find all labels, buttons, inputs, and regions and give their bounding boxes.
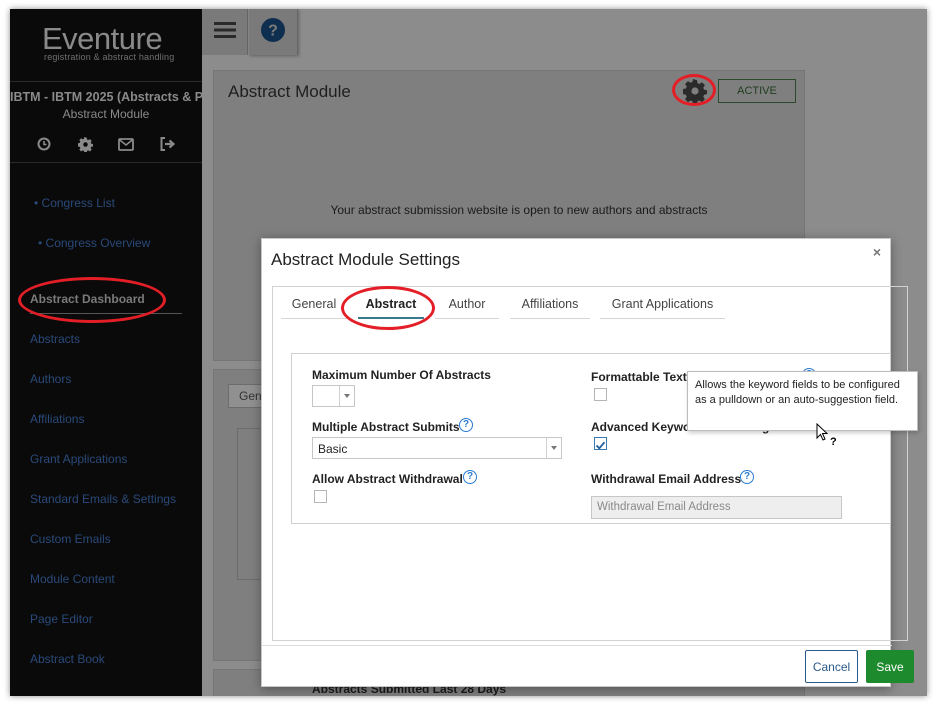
sidebar-item-affiliations[interactable]: Affiliations xyxy=(30,412,84,426)
help-icon[interactable]: ? xyxy=(459,418,473,432)
hamburger-icon xyxy=(213,21,236,44)
modal-title: Abstract Module Settings xyxy=(271,250,460,269)
advanced-keywords-checkbox[interactable] xyxy=(594,437,607,450)
logout-icon[interactable] xyxy=(159,136,175,152)
save-button[interactable]: Save xyxy=(866,650,914,683)
formattable-text-checkbox[interactable] xyxy=(594,388,607,401)
modal-footer-divider xyxy=(262,645,892,646)
allow-withdrawal-label: Allow Abstract Withdrawal xyxy=(312,472,463,486)
sidebar-item-standard-emails[interactable]: Standard Emails & Settings xyxy=(30,492,176,506)
chevron-down-icon xyxy=(339,386,354,406)
sidebar-item-grant-applications[interactable]: Grant Applications xyxy=(30,452,127,466)
advanced-keywords-label: Advanced Keywor xyxy=(591,420,696,434)
sidebar-item-abstracts[interactable]: Abstracts xyxy=(30,332,80,346)
clock-icon[interactable] xyxy=(36,136,52,152)
help-icon[interactable]: ? xyxy=(740,470,754,484)
cancel-button[interactable]: Cancel xyxy=(805,650,858,683)
help-tooltip: Allows the keyword fields to be configur… xyxy=(687,371,918,431)
chevron-down-icon xyxy=(546,438,561,458)
withdrawal-email-label: Withdrawal Email Address xyxy=(591,472,742,486)
svg-text:?: ? xyxy=(830,436,837,447)
logo-subtitle: registration & abstract handling xyxy=(44,52,175,62)
tab-general[interactable]: General xyxy=(281,293,347,319)
menu-toggle-button[interactable] xyxy=(202,9,248,55)
sidebar-divider xyxy=(10,81,202,82)
multiple-submits-label: Multiple Abstract Submits xyxy=(312,420,460,434)
sidebar-item-module-content[interactable]: Module Content xyxy=(30,572,115,586)
sidebar-divider xyxy=(10,162,202,163)
withdrawal-email-input[interactable]: Withdrawal Email Address xyxy=(591,496,842,519)
status-message: Your abstract submission website is open… xyxy=(330,203,708,217)
annotation-circle xyxy=(341,286,435,330)
sidebar-item-congress-list[interactable]: • Congress List xyxy=(34,196,115,210)
page-title: Abstract Module xyxy=(228,82,351,101)
sidebar-icon-row xyxy=(36,136,175,152)
sidebar-item-page-editor[interactable]: Page Editor xyxy=(30,612,93,626)
close-icon[interactable]: × xyxy=(873,244,881,260)
sidebar-item-abstract-book[interactable]: Abstract Book xyxy=(30,652,105,666)
annotation-circle xyxy=(18,277,166,323)
max-abstracts-select[interactable] xyxy=(312,385,355,407)
svg-text:?: ? xyxy=(268,22,278,39)
event-name: IBTM - IBTM 2025 (Abstracts & Par... xyxy=(10,90,202,104)
gear-icon[interactable] xyxy=(77,136,93,152)
sidebar-item-custom-emails[interactable]: Custom Emails xyxy=(30,532,111,546)
tab-author[interactable]: Author xyxy=(435,293,499,319)
envelope-icon[interactable] xyxy=(118,136,134,152)
check-icon xyxy=(595,441,606,450)
sidebar-item-authors[interactable]: Authors xyxy=(30,372,71,386)
module-name: Abstract Module xyxy=(62,107,150,121)
sidebar-item-congress-overview[interactable]: • Congress Overview xyxy=(38,236,150,250)
help-icon[interactable]: ? xyxy=(463,470,477,484)
help-circle-icon: ? xyxy=(261,17,285,47)
multiple-submits-select[interactable]: Basic xyxy=(312,437,562,459)
tab-affiliations[interactable]: Affiliations xyxy=(510,293,590,319)
help-cursor-icon: ? xyxy=(816,422,838,452)
app-window: Eventure registration & abstract handlin… xyxy=(10,9,927,696)
allow-withdrawal-checkbox[interactable] xyxy=(314,490,327,503)
sidebar: Eventure registration & abstract handlin… xyxy=(10,9,202,696)
help-button[interactable]: ? xyxy=(249,9,298,55)
annotation-circle xyxy=(672,74,716,106)
status-badge: ACTIVE xyxy=(718,79,796,103)
max-abstracts-label: Maximum Number Of Abstracts xyxy=(312,368,491,382)
tab-grant-applications[interactable]: Grant Applications xyxy=(600,293,725,319)
formattable-text-label: Formattable Text xyxy=(591,370,687,384)
multiple-submits-value: Basic xyxy=(318,442,348,456)
